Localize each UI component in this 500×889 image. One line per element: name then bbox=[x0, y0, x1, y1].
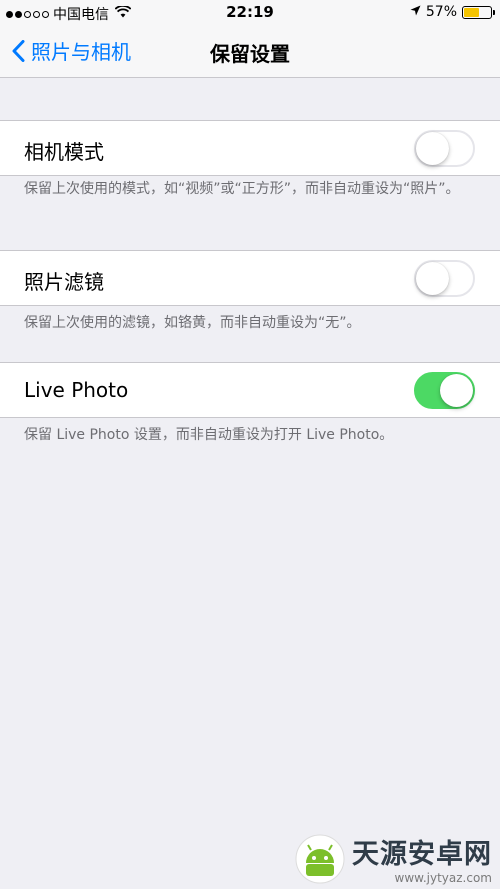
battery-level-fill bbox=[464, 7, 479, 17]
photo-filter-toggle[interactable] bbox=[414, 260, 475, 297]
navigation-bar: 照片与相机 保留设置 bbox=[0, 26, 500, 78]
status-bar: 中国电信 22:19 57% bbox=[0, 0, 500, 26]
setting-label: 相机模式 bbox=[24, 140, 104, 164]
watermark: 天源安卓网 www.jytyaz.com bbox=[294, 832, 492, 885]
android-robot-logo-icon bbox=[295, 834, 345, 883]
watermark-url: www.jytyaz.com bbox=[394, 871, 493, 885]
toggle-knob bbox=[416, 262, 449, 295]
toggle-knob bbox=[440, 374, 473, 407]
location-arrow-icon bbox=[410, 4, 421, 20]
watermark-title: 天源安卓网 bbox=[352, 839, 492, 870]
setting-row-live-photo: Live Photo bbox=[0, 362, 500, 418]
setting-footnote: 保留 Live Photo 设置，而非自动重设为打开 Live Photo。 bbox=[24, 427, 394, 443]
setting-footnote: 保留上次使用的滤镜，如铬黄，而非自动重设为“无”。 bbox=[24, 315, 361, 331]
setting-label: 照片滤镜 bbox=[24, 270, 104, 294]
status-right: 57% bbox=[410, 4, 495, 20]
camera-mode-toggle[interactable] bbox=[414, 130, 475, 167]
setting-label: Live Photo bbox=[24, 378, 129, 402]
page-title: 保留设置 bbox=[210, 42, 290, 66]
battery-percent: 57% bbox=[425, 4, 457, 20]
watermark-text: 天源安卓网 www.jytyaz.com bbox=[352, 832, 492, 885]
live-photo-toggle[interactable] bbox=[414, 372, 475, 409]
setting-footnote: 保留上次使用的模式，如“视频”或“正方形”，而非自动重设为“照片”。 bbox=[24, 181, 460, 197]
setting-row-photo-filter: 照片滤镜 bbox=[0, 250, 500, 306]
toggle-knob bbox=[416, 132, 449, 165]
setting-row-camera-mode: 相机模式 bbox=[0, 120, 500, 176]
battery-icon bbox=[462, 5, 495, 19]
